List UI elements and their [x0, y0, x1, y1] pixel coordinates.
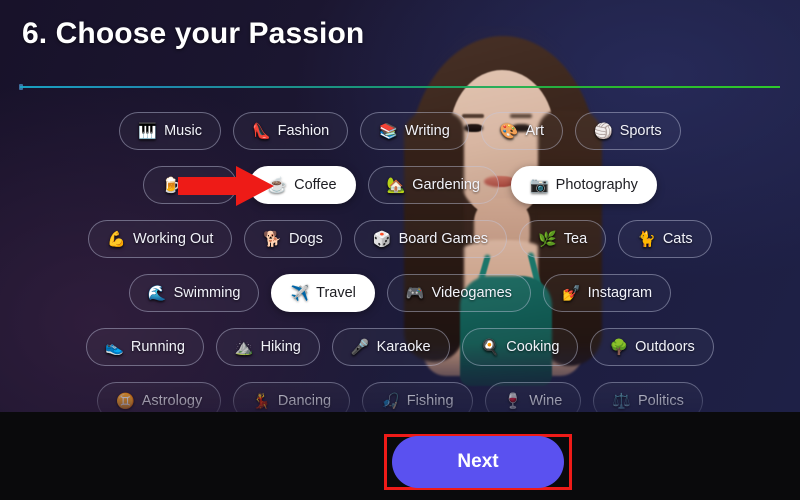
volleyball-icon: 🏐: [594, 122, 613, 140]
chip-row: 🍺 Beer ☕ Coffee 🏡 Gardening 📷 Photography: [10, 162, 790, 208]
chip-row: ♊ Astrology 💃 Dancing 🎣 Fishing 🍷 Wine ⚖️ Politic…: [10, 378, 790, 412]
gamepad-icon: 🎮: [405, 284, 425, 302]
chip-photography[interactable]: 📷 Photography: [510, 166, 657, 204]
chip-fashion[interactable]: 👠 Fashion: [232, 112, 349, 150]
app-screen: 6. Choose your Passion 🎹 Music 👠 Fashion 📚 Wr…: [0, 0, 800, 500]
chip-label: Astrology: [141, 393, 203, 409]
palette-icon: 🎨: [499, 122, 519, 140]
coffee-icon: ☕: [268, 176, 288, 194]
cat-icon: 🐈: [637, 230, 656, 248]
chip-tea[interactable]: 🌿 Tea: [519, 220, 607, 258]
chip-label: Hiking: [260, 339, 301, 355]
chip-label: Working Out: [133, 231, 214, 247]
sneaker-icon: 👟: [105, 338, 124, 356]
chip-hiking[interactable]: ⛰️ Hiking: [215, 328, 320, 366]
passion-chip-grid: 🎹 Music 👠 Fashion 📚 Writing 🎨 Art 🏐 Sports 🍺 Beer ☕ C…: [0, 108, 800, 412]
chip-cooking[interactable]: 🍳 Cooking: [461, 328, 579, 366]
chip-working-out[interactable]: 💪 Working Out: [88, 220, 233, 258]
chip-label: Coffee: [294, 177, 337, 193]
microphone-icon: 🎤: [350, 338, 370, 356]
chip-videogames[interactable]: 🎮 Videogames: [386, 274, 531, 312]
chip-label: Wine: [529, 393, 563, 409]
chip-label: Instagram: [587, 285, 653, 301]
onboarding-panel: 6. Choose your Passion 🎹 Music 👠 Fashion 📚 Wr…: [0, 0, 800, 412]
chip-row: 👟 Running ⛰️ Hiking 🎤 Karaoke 🍳 Cooking 🌳 Outdoor…: [10, 324, 790, 370]
mountain-icon: ⛰️: [234, 338, 254, 356]
chip-instagram[interactable]: 💅 Instagram: [542, 274, 672, 312]
wine-glass-icon: 🍷: [503, 392, 523, 410]
chip-coffee[interactable]: ☕ Coffee: [249, 166, 356, 204]
zodiac-icon: ♊: [116, 392, 135, 410]
flexed-biceps-icon: 💪: [107, 230, 127, 248]
chip-wine[interactable]: 🍷 Wine: [484, 382, 582, 412]
chip-politics[interactable]: ⚖️ Politics: [593, 382, 703, 412]
camera-icon: 📷: [529, 176, 549, 194]
chip-label: Photography: [555, 177, 638, 193]
high-heel-icon: 👠: [251, 122, 271, 140]
chip-row: 🎹 Music 👠 Fashion 📚 Writing 🎨 Art 🏐 Sports: [10, 108, 790, 154]
chip-label: Videogames: [431, 285, 512, 301]
fishing-icon: 🎣: [381, 392, 400, 410]
chip-swimming[interactable]: 🌊 Swimming: [128, 274, 260, 312]
beer-icon: 🍺: [162, 176, 181, 194]
chip-label: Writing: [404, 123, 450, 139]
cooking-pan-icon: 🍳: [480, 338, 500, 356]
chip-gardening[interactable]: 🏡 Gardening: [367, 166, 499, 204]
books-icon: 📚: [379, 122, 398, 140]
page-title: 6. Choose your Passion: [22, 17, 365, 50]
chip-row: 💪 Working Out 🐕 Dogs 🎲 Board Games 🌿 Tea 🐈 Cats: [10, 216, 790, 262]
chip-label: Travel: [316, 285, 356, 301]
scales-icon: ⚖️: [612, 392, 631, 410]
chip-label: Dogs: [289, 231, 323, 247]
tree-icon: 🌳: [609, 338, 629, 356]
chip-label: Outdoors: [635, 339, 695, 355]
chip-label: Fishing: [406, 393, 454, 409]
chip-outdoors[interactable]: 🌳 Outdoors: [590, 328, 714, 366]
airplane-icon: ✈️: [290, 284, 310, 302]
chip-label: Karaoke: [376, 339, 431, 355]
chip-label: Gardening: [412, 177, 480, 193]
chip-label: Cooking: [506, 339, 560, 355]
dice-icon: 🎲: [372, 230, 392, 248]
chip-label: Art: [525, 123, 544, 139]
chip-karaoke[interactable]: 🎤 Karaoke: [331, 328, 450, 366]
dog-icon: 🐕: [263, 230, 283, 248]
chip-beer[interactable]: 🍺 Beer: [143, 166, 238, 204]
chip-music[interactable]: 🎹 Music: [119, 112, 221, 150]
gradient-divider: [20, 86, 780, 88]
chip-astrology[interactable]: ♊ Astrology: [97, 382, 222, 412]
chip-sports[interactable]: 🏐 Sports: [575, 112, 681, 150]
chip-dogs[interactable]: 🐕 Dogs: [244, 220, 342, 258]
chip-row: 🌊 Swimming ✈️ Travel 🎮 Videogames 💅 Instagram: [10, 270, 790, 316]
chip-cats[interactable]: 🐈 Cats: [618, 220, 712, 258]
chip-art[interactable]: 🎨 Art: [480, 112, 563, 150]
chip-label: Board Games: [398, 231, 489, 247]
dancer-icon: 💃: [252, 392, 271, 410]
herb-icon: 🌿: [538, 230, 557, 248]
chip-label: Running: [130, 339, 185, 355]
piano-icon: 🎹: [138, 122, 158, 140]
chip-board-games[interactable]: 🎲 Board Games: [353, 220, 508, 258]
chip-label: Swimming: [173, 285, 241, 301]
chip-label: Dancing: [277, 393, 332, 409]
chip-travel[interactable]: ✈️ Travel: [271, 274, 375, 312]
chip-label: Beer: [187, 177, 219, 193]
chip-dancing[interactable]: 💃 Dancing: [233, 382, 351, 412]
chip-label: Sports: [619, 123, 662, 139]
chip-label: Cats: [662, 231, 693, 247]
chip-writing[interactable]: 📚 Writing: [360, 112, 469, 150]
chip-label: Politics: [637, 393, 684, 409]
chip-fishing[interactable]: 🎣 Fishing: [362, 382, 473, 412]
house-garden-icon: 🏡: [386, 176, 406, 194]
wave-icon: 🌊: [147, 284, 167, 302]
chip-label: Fashion: [277, 123, 330, 139]
chip-label: Music: [164, 123, 202, 139]
chip-label: Tea: [563, 231, 588, 247]
next-button[interactable]: Next: [392, 436, 564, 488]
chip-running[interactable]: 👟 Running: [86, 328, 204, 366]
nail-polish-icon: 💅: [561, 284, 581, 302]
